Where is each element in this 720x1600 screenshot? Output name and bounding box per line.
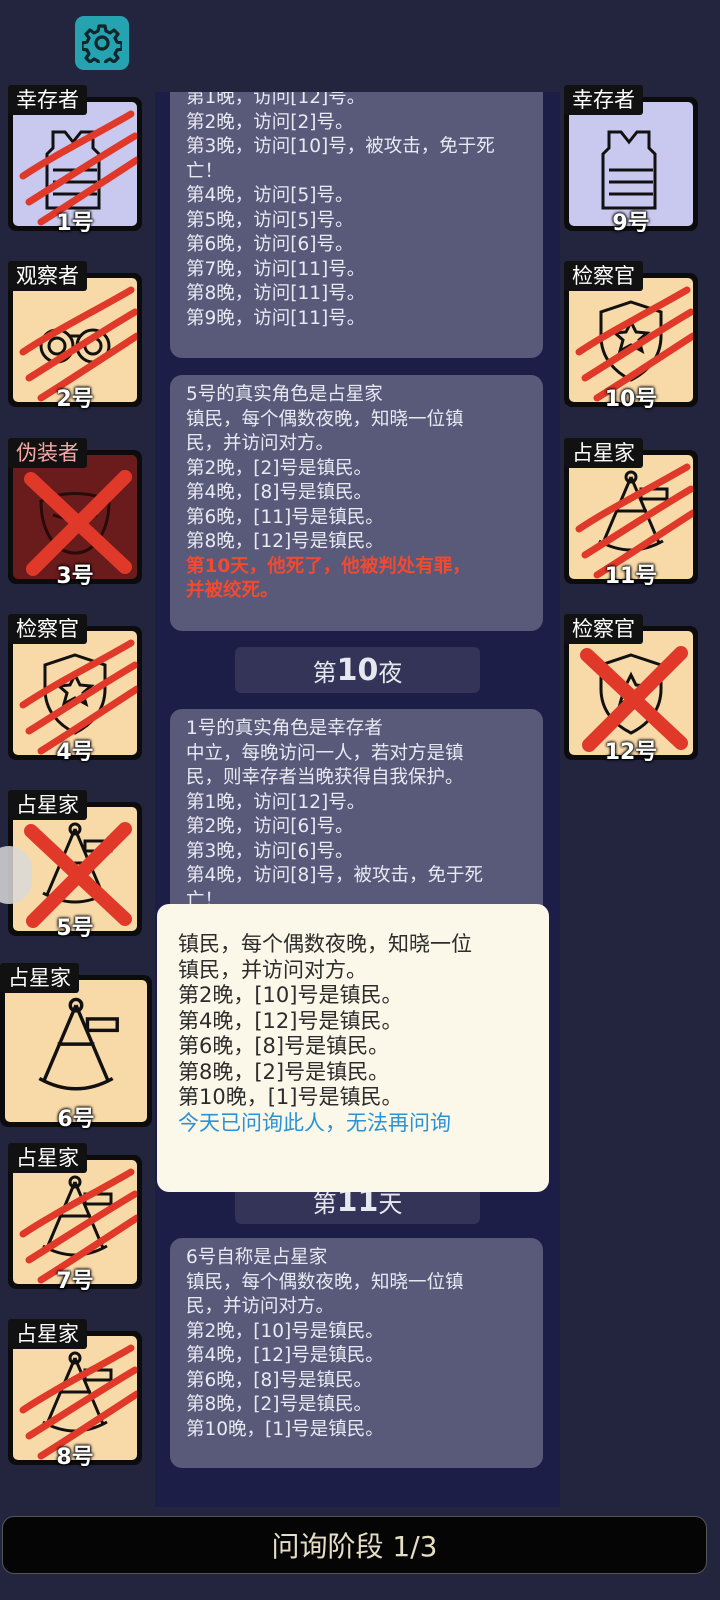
message-line: 并被绞死。 bbox=[186, 580, 279, 601]
player-number: 8号 bbox=[56, 1445, 94, 1470]
player-card-10[interactable]: 检察官 10号 bbox=[564, 261, 698, 412]
message-line: 民，并访问对方。 bbox=[186, 1296, 335, 1317]
message-line: 镇民，每个偶数夜晚，知晓一位镇 bbox=[186, 1271, 464, 1293]
message-line: 第10天，他死了，他被判处有罪， bbox=[186, 555, 471, 577]
message-line: 第4晚，访问[5]号。 bbox=[186, 185, 354, 206]
player-role-label: 占星家 bbox=[564, 438, 643, 468]
message-line: 第7晚，访问[11]号。 bbox=[186, 258, 366, 280]
popup-notice: 今天已问询此人，无法再问询 bbox=[178, 1110, 451, 1135]
message-line: 第8晚，访问[11]号。 bbox=[186, 283, 366, 304]
message-line: 民，则幸存者当晚获得自我保护。 bbox=[186, 767, 464, 788]
message-line: 第3晚，访问[6]号。 bbox=[186, 840, 354, 862]
message-line: 第9晚，访问[11]号。 bbox=[186, 307, 366, 329]
player-number: 4号 bbox=[56, 740, 94, 765]
phase-status-bar: 问询阶段 1/3 bbox=[2, 1516, 707, 1574]
player-role-label: 占星家 bbox=[8, 1143, 87, 1173]
player-card-6[interactable]: 占星家 6号 bbox=[0, 963, 152, 1132]
feed-message-3: 1号的真实角色是幸存者中立，每晚访问一人，若对方是镇 民，则幸存者当晚获得自我保护… bbox=[170, 709, 543, 919]
player-role-label: 占星家 bbox=[8, 790, 87, 820]
player-role-label: 检察官 bbox=[564, 614, 643, 644]
player-card-2[interactable]: 观察者 2号 bbox=[8, 261, 142, 412]
message-line: 第2晚，[10]号是镇民。 bbox=[178, 983, 403, 1007]
player-card-1[interactable]: 幸存者 1号 bbox=[8, 85, 142, 236]
message-line: 第8晚，[2]号是镇民。 bbox=[178, 1059, 390, 1084]
player-role-label: 检察官 bbox=[8, 614, 87, 644]
player-card-12[interactable]: 检察官 12号 bbox=[564, 614, 698, 765]
message-line: 第4晚，访问[8]号，被攻击，免于死 bbox=[186, 865, 483, 886]
player-number: 9号 bbox=[612, 211, 650, 236]
player-number: 3号 bbox=[56, 564, 94, 589]
phase-status-label: 问询阶段 1/3 bbox=[271, 1530, 438, 1563]
feed-message-4: 6号自称是占星家镇民，每个偶数夜晚，知晓一位镇 民，并访问对方。第2晚，[10]号… bbox=[170, 1238, 543, 1468]
feed-message-2: 5号的真实角色是占星家镇民，每个偶数夜晚，知晓一位镇 民，并访问对方。第2晚，[2… bbox=[170, 375, 543, 631]
player-card-11[interactable]: 占星家 11号 bbox=[564, 438, 698, 589]
player-number: 5号 bbox=[56, 916, 94, 941]
player-number: 2号 bbox=[56, 387, 94, 412]
player-card-8[interactable]: 占星家 8号 bbox=[8, 1319, 142, 1470]
message-line: 1号的真实角色是幸存者 bbox=[186, 718, 383, 739]
message-line: 第6晚，[8]号是镇民。 bbox=[186, 1369, 372, 1391]
message-line: 6号自称是占星家 bbox=[186, 1247, 328, 1268]
message-line: 第4晚，[12]号是镇民。 bbox=[186, 1345, 384, 1366]
player-role-label: 检察官 bbox=[564, 261, 643, 291]
message-line: 第6晚，访问[6]号。 bbox=[186, 234, 354, 255]
message-feed[interactable]: 第1晚，访问[12]号。 第2晚，访问[2]号。 第3晚，访问[10]号，被攻击，免… bbox=[155, 92, 560, 1507]
player-role-label: 幸存者 bbox=[564, 85, 643, 115]
message-line: 第10晚，[1]号是镇民。 bbox=[186, 1418, 384, 1440]
message-line: 第2晚，[2]号是镇民。 bbox=[186, 457, 372, 479]
message-line: 第10晚，[1]号是镇民。 bbox=[178, 1085, 403, 1109]
player-role-label: 观察者 bbox=[8, 261, 87, 291]
message-line: 民，并访问对方。 bbox=[186, 433, 335, 454]
settings-button[interactable] bbox=[75, 16, 129, 70]
player-number: 10号 bbox=[604, 387, 658, 412]
player-number: 7号 bbox=[56, 1269, 94, 1294]
player-role-label: 占星家 bbox=[0, 963, 79, 993]
player-role-label: 伪装者 bbox=[8, 438, 87, 468]
player-card-3[interactable]: 伪装者 3号 bbox=[8, 438, 142, 589]
player-role-label: 占星家 bbox=[8, 1319, 87, 1349]
player-card-4[interactable]: 检察官 4号 bbox=[8, 614, 142, 765]
message-line: 第8晚，[12]号是镇民。 bbox=[186, 531, 384, 552]
message-line: 第6晚，[8]号是镇民。 bbox=[178, 1034, 390, 1058]
player-info-popup[interactable]: 镇民，每个偶数夜晚，知晓一位 镇民，并访问对方。 第2晚，[10]号是镇民。 第4晚，… bbox=[157, 904, 549, 1192]
message-line: 镇民，每个偶数夜晚，知晓一位镇 bbox=[186, 408, 464, 430]
message-line: 亡！ bbox=[186, 160, 224, 182]
message-line: 第1晚，访问[12]号。 bbox=[186, 791, 366, 813]
message-line: 第8晚，[2]号是镇民。 bbox=[186, 1394, 372, 1415]
player-number: 6号 bbox=[57, 1107, 95, 1132]
message-line: 镇民，并访问对方。 bbox=[178, 957, 367, 982]
message-line: 第2晚，[10]号是镇民。 bbox=[186, 1320, 384, 1342]
message-line: 第4晚，[12]号是镇民。 bbox=[178, 1008, 403, 1033]
player-number: 1号 bbox=[56, 211, 94, 236]
player-card-9[interactable]: 幸存者 9号 bbox=[564, 85, 698, 236]
player-card-7[interactable]: 占星家 7号 bbox=[8, 1143, 142, 1294]
feed-message-1: 第1晚，访问[12]号。第2晚，访问[2]号。第3晚，访问[10]号，被攻击，免… bbox=[170, 92, 543, 358]
gear-icon bbox=[82, 24, 122, 63]
message-line: 5号的真实角色是占星家 bbox=[186, 384, 383, 405]
player-number: 12号 bbox=[604, 740, 658, 765]
message-line: 第6晚，[11]号是镇民。 bbox=[186, 506, 384, 528]
phase-header-night: 第 10 夜 bbox=[235, 647, 480, 693]
message-line: 第3晚，访问[10]号，被攻击，免于死 bbox=[186, 136, 495, 157]
message-line: 中立，每晚访问一人，若对方是镇 bbox=[186, 742, 464, 764]
message-line: 镇民，每个偶数夜晚，知晓一位 bbox=[178, 932, 472, 956]
message-line: 第2晚，访问[2]号。 bbox=[186, 111, 354, 133]
player-number: 11号 bbox=[604, 564, 658, 589]
message-line: 第2晚，访问[6]号。 bbox=[186, 816, 354, 837]
player-role-label: 幸存者 bbox=[8, 85, 87, 115]
message-line: 第4晚，[8]号是镇民。 bbox=[186, 482, 372, 503]
message-line: 第1晚，访问[12]号。 bbox=[186, 92, 366, 108]
message-line: 第5晚，访问[5]号。 bbox=[186, 209, 354, 231]
